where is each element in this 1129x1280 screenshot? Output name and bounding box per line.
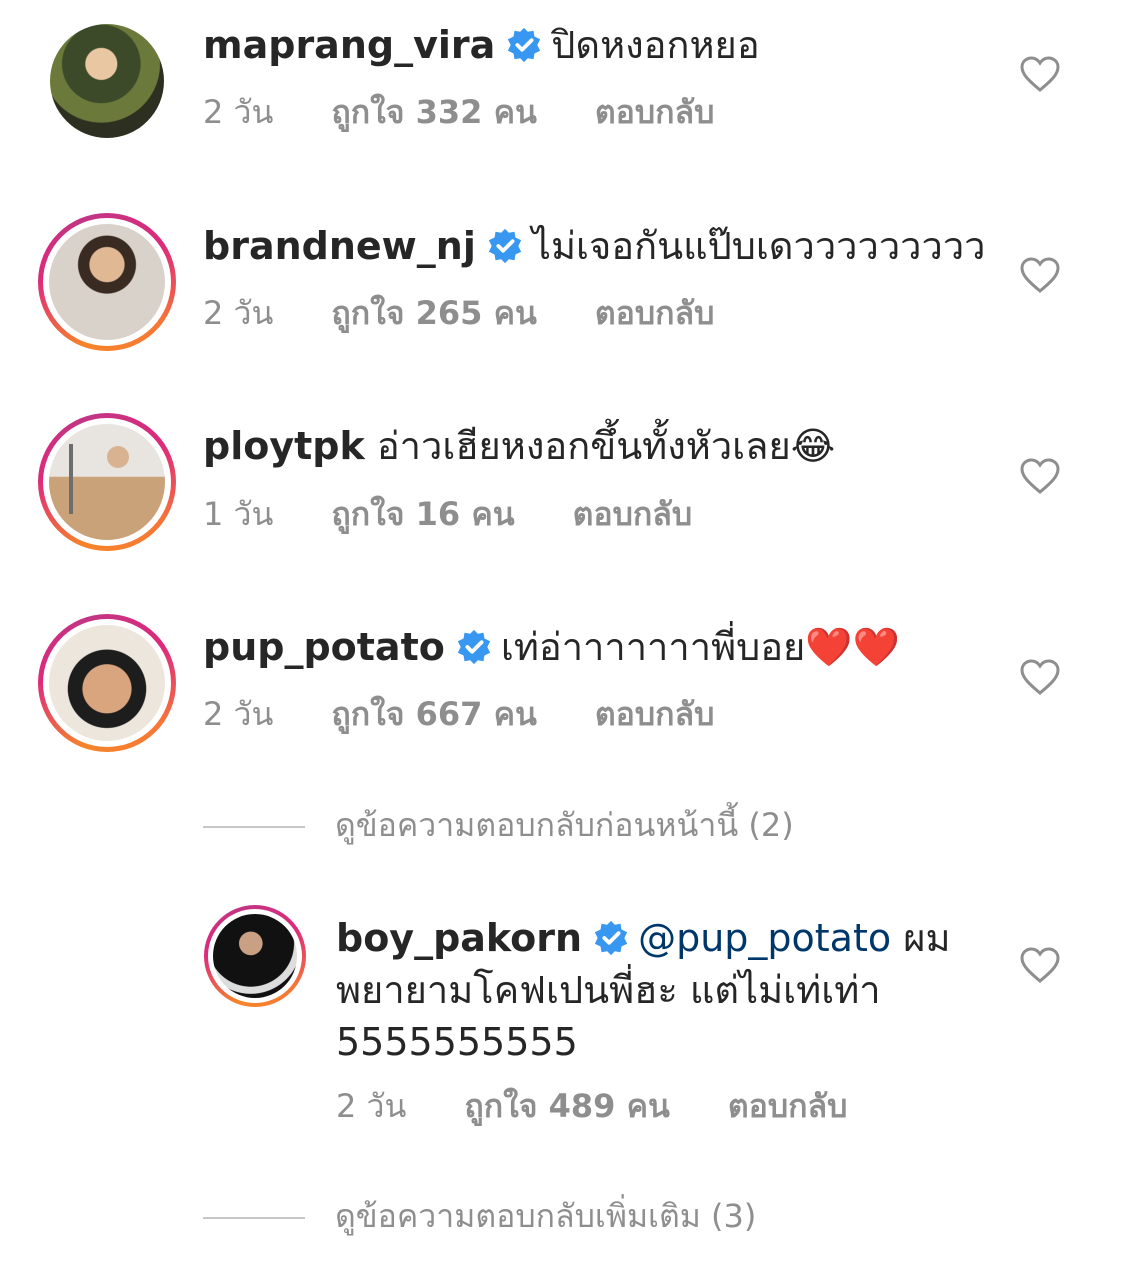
view-previous-replies-label: ดูข้อความตอบกลับก่อนหน้านี้ (2) (335, 806, 794, 844)
like-heart-icon[interactable] (1020, 458, 1060, 494)
divider-line (203, 826, 305, 828)
view-more-replies-button[interactable]: ดูข้อความตอบกลับเพิ่มเติม (3) (203, 1196, 756, 1236)
verified-badge-icon (508, 27, 541, 63)
avatar[interactable] (204, 905, 306, 1007)
view-previous-replies-button[interactable]: ดูข้อความตอบกลับก่อนหน้านี้ (2) (203, 805, 794, 845)
verified-badge-icon (594, 920, 628, 956)
verified-badge-icon (457, 629, 490, 665)
like-heart-icon[interactable] (1020, 56, 1060, 92)
comment-text: ไม่เจอกันแป๊บเดววววววววว (531, 224, 986, 268)
like-heart-icon[interactable] (1020, 947, 1060, 983)
comment-likes[interactable]: ถูกใจ 489 คน (464, 1087, 669, 1125)
avatar[interactable] (38, 614, 176, 752)
comment-likes[interactable]: ถูกใจ 16 คน (331, 495, 514, 533)
view-more-replies-label: ดูข้อความตอบกลับเพิ่มเติม (3) (335, 1197, 757, 1235)
comment-username[interactable]: brandnew_nj (203, 224, 476, 268)
comment-likes[interactable]: ถูกใจ 265 คน (331, 294, 536, 332)
divider-line (203, 1217, 305, 1219)
reply-button[interactable]: ตอบกลับ (573, 495, 693, 533)
reply-button[interactable]: ตอบกลับ (595, 695, 715, 733)
comment-likes[interactable]: ถูกใจ 667 คน (331, 695, 536, 733)
avatar[interactable] (50, 24, 164, 138)
comment-text: เท่อ่าาาาาาาพี่บอย❤️❤️ (500, 625, 900, 669)
reply-button[interactable]: ตอบกลับ (728, 1087, 848, 1125)
comment-username[interactable]: pup_potato (203, 625, 445, 669)
like-heart-icon[interactable] (1020, 257, 1060, 293)
avatar[interactable] (38, 413, 176, 551)
mention-link[interactable]: @pup_potato (638, 916, 891, 960)
avatar[interactable] (38, 213, 176, 351)
comment-text: ปิดหงอกหยอ (551, 23, 760, 67)
like-heart-icon[interactable] (1020, 659, 1060, 695)
comment-time: 2 วัน (203, 695, 274, 733)
reply-button[interactable]: ตอบกลับ (595, 93, 715, 131)
comment-time: 2 วัน (203, 294, 274, 332)
comment-time: 2 วัน (203, 93, 274, 131)
verified-badge-icon (488, 228, 522, 264)
reply-button[interactable]: ตอบกลับ (595, 294, 715, 332)
comment-username[interactable]: ploytpk (203, 424, 365, 468)
comment-time: 1 วัน (203, 495, 274, 533)
comment-username[interactable]: boy_pakorn (336, 916, 582, 960)
comment-likes[interactable]: ถูกใจ 332 คน (331, 93, 536, 131)
comment-username[interactable]: maprang_vira (203, 23, 495, 67)
comment-text: อ่าวเฮียหงอกขึ้นทั้งหัวเลย😂 (376, 424, 836, 468)
comment-time: 2 วัน (336, 1087, 407, 1125)
